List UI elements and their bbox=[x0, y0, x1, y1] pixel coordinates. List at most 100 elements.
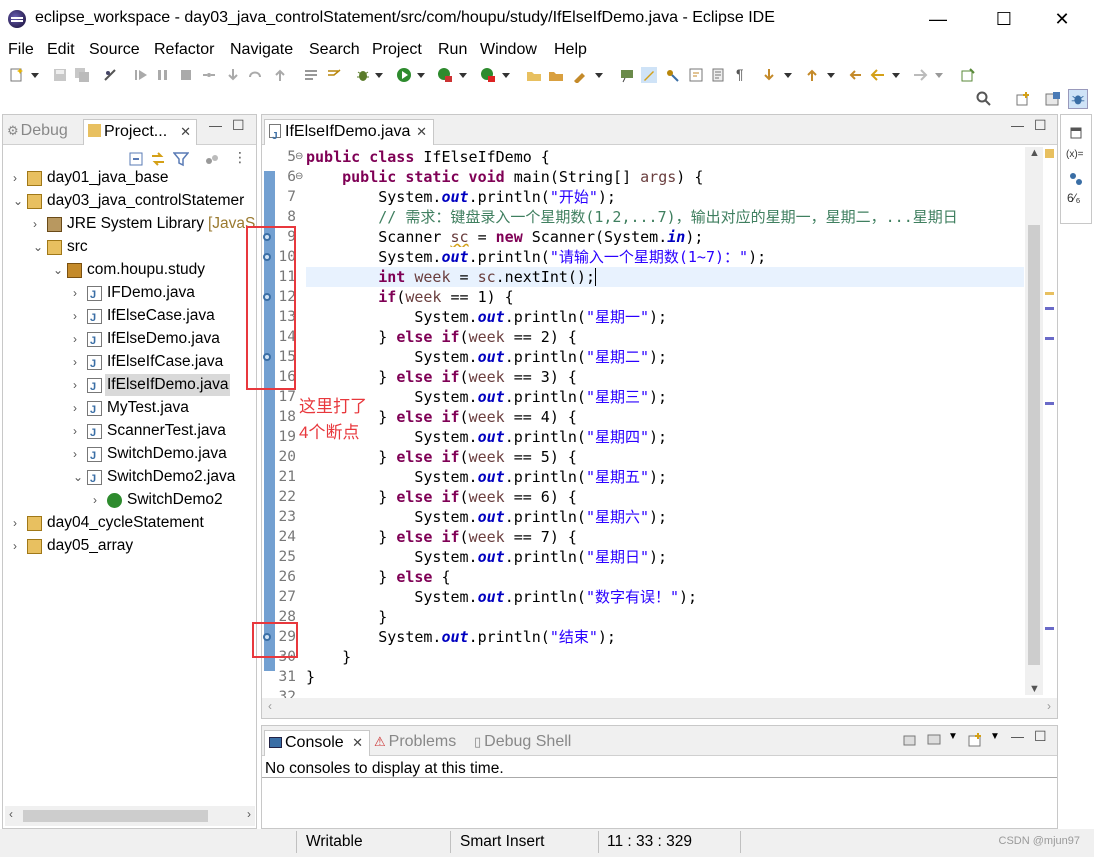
code-area[interactable]: public class IfElseIfDemo { public stati… bbox=[306, 147, 1024, 707]
maximize-view-icon[interactable]: ☐ bbox=[1034, 728, 1047, 745]
expand-arrow-icon[interactable]: › bbox=[13, 535, 25, 557]
tab-problems[interactable]: ⚠ Problems bbox=[374, 730, 456, 756]
chevron-down-icon[interactable] bbox=[594, 67, 604, 83]
chevron-down-icon[interactable]: ▼ bbox=[990, 731, 1000, 742]
open-console-icon[interactable] bbox=[967, 732, 983, 748]
tree-item[interactable]: ⌄ day03_java_controlStatemer bbox=[3, 190, 256, 213]
link-with-editor-icon[interactable] bbox=[150, 149, 166, 169]
scroll-right-icon[interactable]: › bbox=[1047, 699, 1051, 713]
editor-horizontal-scrollbar[interactable]: ‹ › bbox=[262, 698, 1057, 718]
expand-arrow-icon[interactable]: › bbox=[13, 167, 25, 189]
collapse-arrow-icon[interactable]: ⌄ bbox=[13, 190, 25, 212]
collapse-arrow-icon[interactable]: ⌄ bbox=[73, 466, 85, 488]
breakpoint-icon[interactable] bbox=[263, 353, 271, 361]
scroll-left-icon[interactable]: ‹ bbox=[9, 807, 13, 821]
block-selection-icon[interactable] bbox=[688, 67, 704, 83]
working-sets-icon[interactable] bbox=[204, 149, 220, 169]
tree-item[interactable]: › JRE System Library [JavaS bbox=[3, 213, 256, 236]
close-tab-icon[interactable]: ✕ bbox=[180, 120, 191, 144]
tree-item[interactable]: › J MyTest.java bbox=[3, 397, 256, 420]
step-over-icon[interactable] bbox=[248, 67, 264, 83]
fold-icon[interactable]: ⊖ bbox=[295, 171, 303, 182]
scroll-thumb[interactable] bbox=[23, 810, 208, 822]
scroll-right-icon[interactable]: › bbox=[247, 807, 251, 821]
use-step-filters-icon[interactable] bbox=[326, 67, 342, 83]
back-icon[interactable] bbox=[870, 67, 886, 83]
toggle-mark-occurrences-icon[interactable] bbox=[641, 67, 657, 83]
tab-ifelseifdemo[interactable]: J IfElseIfDemo.java ✕ bbox=[264, 119, 434, 145]
collapse-arrow-icon[interactable]: ⌄ bbox=[53, 259, 65, 281]
menu-navigate[interactable]: Navigate bbox=[230, 41, 293, 59]
disconnect-icon[interactable] bbox=[201, 67, 217, 83]
tree-item[interactable]: › day04_cycleStatement bbox=[3, 512, 256, 535]
step-return-icon[interactable] bbox=[272, 67, 288, 83]
close-editor-icon[interactable]: ✕ bbox=[416, 120, 427, 144]
expand-arrow-icon[interactable]: › bbox=[13, 512, 25, 534]
run-icon[interactable] bbox=[396, 67, 412, 83]
step-into-icon[interactable] bbox=[225, 67, 241, 83]
menu-refactor[interactable]: Refactor bbox=[154, 41, 214, 59]
chevron-down-icon[interactable] bbox=[501, 67, 511, 83]
overview-ruler[interactable] bbox=[1043, 147, 1055, 695]
menu-run[interactable]: Run bbox=[438, 41, 467, 59]
menu-help[interactable]: Help bbox=[554, 41, 587, 59]
terminate-icon[interactable] bbox=[178, 67, 194, 83]
debug-icon[interactable] bbox=[355, 67, 371, 83]
minimize-button[interactable]: — bbox=[915, 6, 961, 32]
tab-project-explorer[interactable]: Project... ✕ bbox=[83, 119, 197, 145]
skip-breakpoints-icon[interactable] bbox=[102, 67, 118, 83]
tree-item[interactable]: ⌄ src bbox=[3, 236, 256, 259]
tree-item[interactable]: › day05_array bbox=[3, 535, 256, 558]
variables-icon[interactable]: (x)= bbox=[1066, 149, 1084, 160]
word-wrap-icon[interactable] bbox=[710, 67, 726, 83]
tab-console[interactable]: Console ✕ bbox=[264, 730, 370, 756]
drop-to-frame-icon[interactable] bbox=[303, 67, 319, 83]
new-class-icon[interactable] bbox=[572, 67, 588, 83]
expand-arrow-icon[interactable]: › bbox=[73, 305, 85, 327]
tree-item[interactable]: ⌄ J SwitchDemo2.java bbox=[3, 466, 256, 489]
expand-arrow-icon[interactable]: › bbox=[33, 213, 45, 235]
expand-arrow-icon[interactable]: › bbox=[73, 443, 85, 465]
minimize-editor-icon[interactable]: — bbox=[1011, 118, 1024, 133]
chevron-down-icon[interactable] bbox=[934, 67, 944, 83]
close-button[interactable]: ✕ bbox=[1039, 6, 1085, 32]
scroll-left-icon[interactable]: ‹ bbox=[268, 699, 272, 713]
search-icon[interactable] bbox=[976, 91, 992, 107]
menu-search[interactable]: Search bbox=[309, 41, 360, 59]
chevron-down-icon[interactable] bbox=[458, 67, 468, 83]
java-perspective-icon[interactable] bbox=[1045, 91, 1061, 107]
breakpoint-icon[interactable] bbox=[263, 253, 271, 261]
expand-arrow-icon[interactable]: › bbox=[73, 420, 85, 442]
new-java-project-icon[interactable] bbox=[526, 67, 542, 83]
expand-arrow-icon[interactable]: › bbox=[73, 328, 85, 350]
chevron-down-icon[interactable] bbox=[783, 67, 793, 83]
tab-debug-shell[interactable]: ▯ Debug Shell bbox=[474, 730, 571, 756]
collapse-arrow-icon[interactable]: ⌄ bbox=[33, 236, 45, 258]
tree-item[interactable]: ⌄ com.houpu.study bbox=[3, 259, 256, 282]
coverage-icon[interactable] bbox=[437, 67, 453, 83]
tree-item[interactable]: › day01_java_base bbox=[3, 167, 256, 190]
save-icon[interactable] bbox=[52, 67, 68, 83]
horizontal-scrollbar[interactable]: ‹ › bbox=[5, 806, 255, 826]
pin-console-icon[interactable] bbox=[902, 732, 918, 748]
menu-file[interactable]: File bbox=[8, 41, 34, 59]
breakpoint-icon[interactable] bbox=[263, 233, 271, 241]
new-package-icon[interactable] bbox=[548, 67, 564, 83]
expressions-icon[interactable]: 6⁄₆ bbox=[1067, 191, 1081, 205]
expand-arrow-icon[interactable]: › bbox=[73, 282, 85, 304]
fold-icon[interactable]: ⊖ bbox=[295, 151, 303, 162]
close-tab-icon[interactable]: ✕ bbox=[352, 731, 363, 755]
tree-item[interactable]: › J ScannerTest.java bbox=[3, 420, 256, 443]
tree-item[interactable]: › J IfElseIfCase.java bbox=[3, 351, 256, 374]
tree-item[interactable]: › J IfElseDemo.java bbox=[3, 328, 256, 351]
save-all-icon[interactable] bbox=[74, 67, 90, 83]
forward-icon[interactable] bbox=[912, 67, 928, 83]
display-console-icon[interactable] bbox=[926, 732, 942, 748]
breakpoints-icon[interactable] bbox=[1068, 171, 1084, 187]
expand-arrow-icon[interactable]: › bbox=[73, 351, 85, 373]
expand-arrow-icon[interactable]: › bbox=[73, 397, 85, 419]
external-tools-icon[interactable] bbox=[480, 67, 496, 83]
last-edit-location-icon[interactable] bbox=[848, 67, 864, 83]
tree-item[interactable]: › J IFDemo.java bbox=[3, 282, 256, 305]
show-whitespace-icon[interactable]: ¶ bbox=[736, 66, 744, 82]
